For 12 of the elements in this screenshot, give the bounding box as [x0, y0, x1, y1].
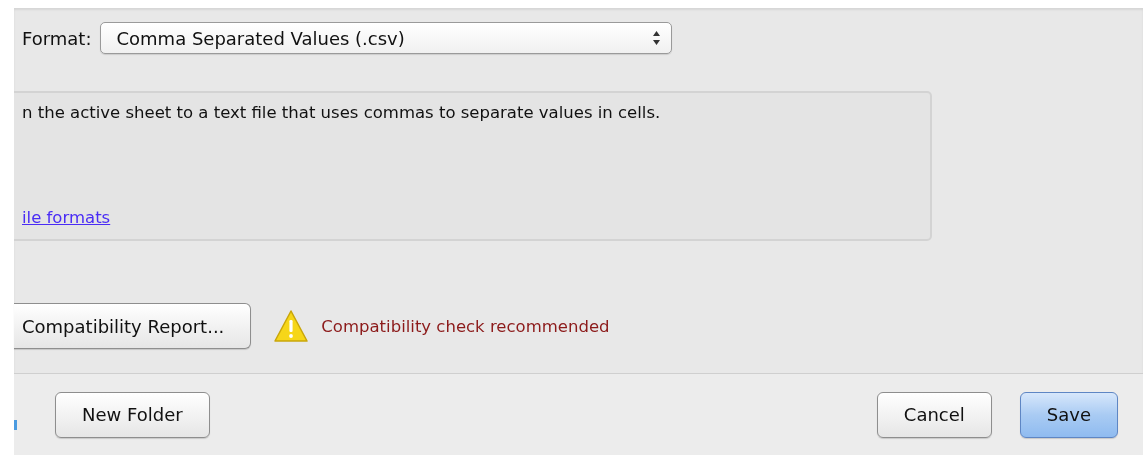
dialog-button[interactable]: Cancel [876, 391, 992, 438]
scrollbar-edge [14, 420, 17, 430]
format-dropdown[interactable]: Comma Separated Values (.csv) [99, 22, 672, 54]
compatibility-report-button[interactable]: Compatibility Report... [14, 303, 252, 349]
stepper-arrows-icon [651, 30, 661, 46]
file-formats-link[interactable]: ile formats [22, 208, 111, 227]
description-text: n the active sheet to a text file that uses commas to separate values in cells. [22, 103, 662, 122]
default-dialog-button[interactable]: Save [1019, 391, 1118, 438]
warning-message: Compatibility check recommended [321, 316, 610, 336]
dialog-button[interactable]: New Folder [55, 391, 210, 438]
warning-icon [273, 309, 310, 343]
format-label: Format: [22, 27, 92, 49]
